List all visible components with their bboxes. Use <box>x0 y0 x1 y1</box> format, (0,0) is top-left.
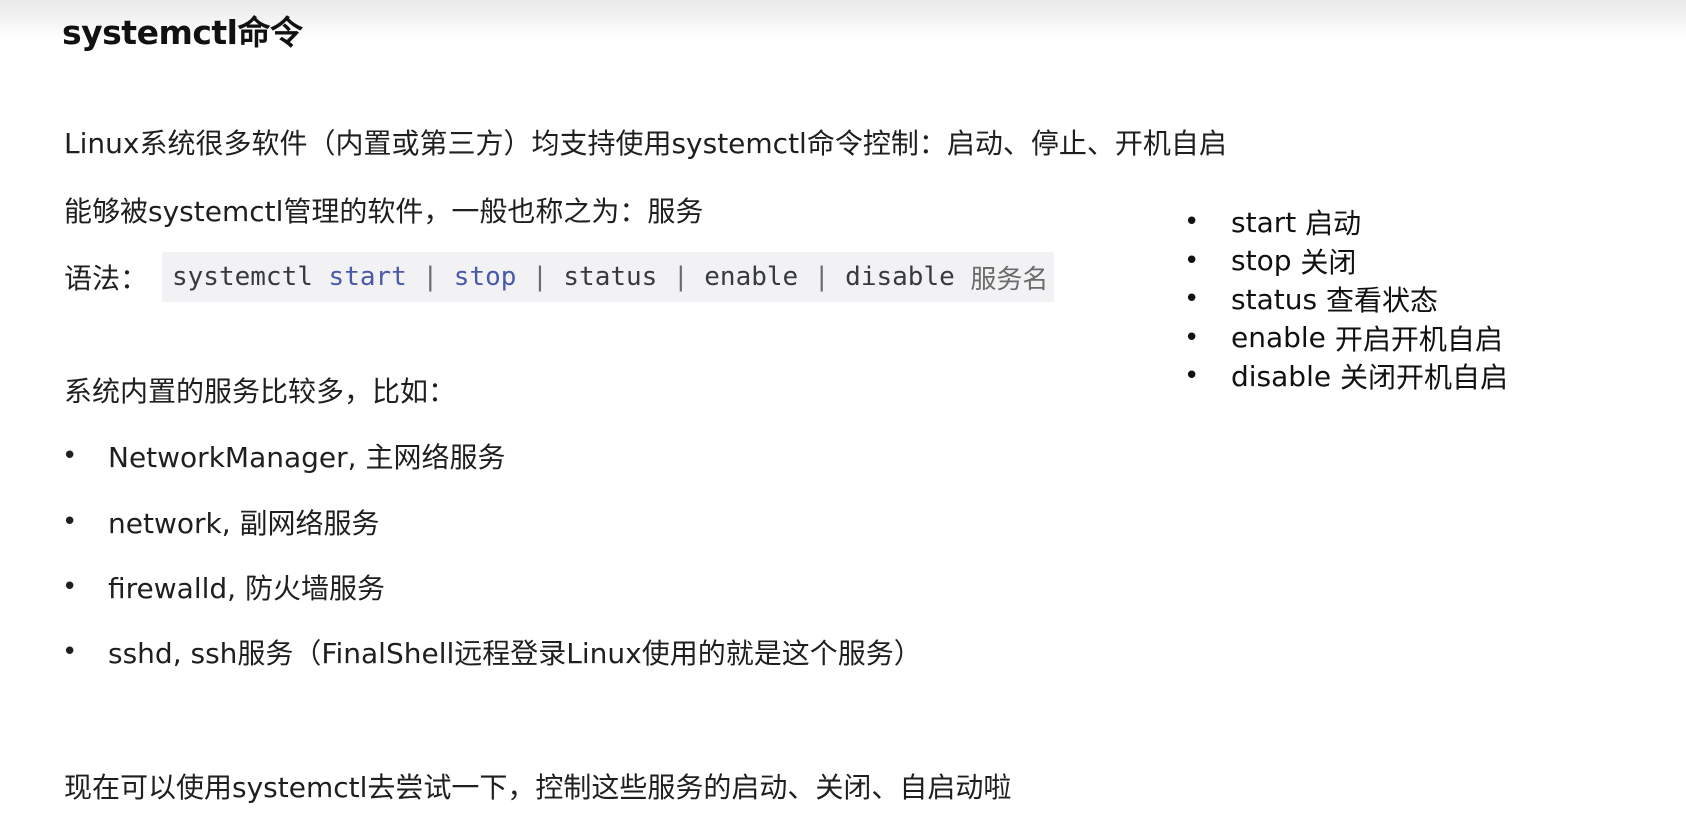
page-title: systemctl命令 <box>62 13 303 52</box>
code-separator: | <box>672 262 689 292</box>
code-separator: | <box>532 262 548 292</box>
bullet-icon: • <box>1184 322 1200 353</box>
bullet-icon: • <box>1184 361 1200 392</box>
action-cmd: stop <box>1231 244 1292 278</box>
intro-paragraph: Linux系统很多软件（内置或第三方）均支持使用systemctl命令控制：启动… <box>64 127 1227 160</box>
list-item: • stop 关闭 <box>1184 242 1508 281</box>
bullet-icon: • <box>1184 245 1200 276</box>
footer-note: 现在可以使用systemctl去尝试一下，控制这些服务的启动、关闭、自启动啦 <box>64 771 1012 804</box>
action-desc: 开启开机自启 <box>1334 322 1503 356</box>
bullet-icon: • <box>1184 207 1200 238</box>
syntax-label: 语法： <box>64 262 149 295</box>
list-item: • status 查看状态 <box>1184 280 1508 319</box>
list-item: • sshd, ssh服务（FinalShell远程登录Linux使用的就是这个… <box>62 632 922 672</box>
action-desc: 关闭开机自启 <box>1339 361 1508 395</box>
builtin-intro: 系统内置的服务比较多，比如： <box>64 375 457 408</box>
service-text: firewalld, 防火墙服务 <box>108 572 385 605</box>
command-actions-list: • start 启动 • stop 关闭 • status 查看状态 • ena… <box>1184 203 1508 396</box>
code-status: status <box>563 262 658 292</box>
service-text: sshd, ssh服务（FinalShell远程登录Linux使用的就是这个服务… <box>108 637 922 670</box>
action-cmd: start <box>1231 205 1297 239</box>
bullet-icon: • <box>62 637 78 667</box>
action-cmd: enable <box>1231 321 1326 355</box>
code-disable: disable <box>845 262 955 292</box>
service-text: NetworkManager, 主网络服务 <box>108 441 506 474</box>
list-item: • start 启动 <box>1184 203 1508 242</box>
service-text: network, 副网络服务 <box>108 507 380 540</box>
action-desc: 关闭 <box>1300 245 1357 279</box>
syntax-row: 语法： systemctl start | stop | status | en… <box>64 252 1055 302</box>
code-start: start <box>328 262 407 292</box>
action-desc: 查看状态 <box>1325 284 1438 318</box>
list-item: • enable 开启开机自启 <box>1184 319 1508 358</box>
code-separator: | <box>813 262 830 292</box>
action-cmd: status <box>1231 282 1318 316</box>
managed-note: 能够被systemctl管理的软件，一般也称之为：服务 <box>64 195 704 228</box>
list-item: • NetworkManager, 主网络服务 <box>62 436 505 476</box>
code-separator: | <box>422 262 439 292</box>
code-argument: 服务名 <box>970 264 1049 295</box>
code-enable: enable <box>704 262 799 292</box>
syntax-code-block: systemctl start | stop | status | enable… <box>162 252 1055 302</box>
action-cmd: disable <box>1231 359 1332 393</box>
bullet-icon: • <box>62 572 78 602</box>
code-command: systemctl <box>172 262 313 292</box>
action-desc: 启动 <box>1305 207 1362 241</box>
list-item: • firewalld, 防火墙服务 <box>62 567 385 607</box>
code-stop: stop <box>453 262 517 292</box>
bullet-icon: • <box>62 441 78 471</box>
bullet-icon: • <box>1184 284 1200 315</box>
list-item: • network, 副网络服务 <box>62 502 380 542</box>
list-item: • disable 关闭开机自启 <box>1184 357 1508 396</box>
bullet-icon: • <box>62 507 78 537</box>
